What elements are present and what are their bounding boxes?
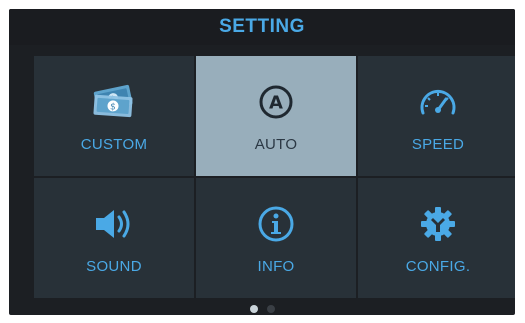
tile-sound[interactable]: SOUND: [34, 178, 194, 298]
money-icon: $ $: [90, 78, 138, 126]
speedometer-icon: [414, 78, 462, 126]
tile-custom[interactable]: $ $ CUSTOM: [34, 56, 194, 176]
tile-label: SOUND: [86, 258, 142, 275]
page-dot[interactable]: [266, 305, 275, 313]
page-title: SETTING: [219, 16, 305, 37]
tile-auto[interactable]: A AUTO: [196, 56, 356, 176]
tile-speed[interactable]: SPEED: [358, 56, 515, 176]
svg-text:$: $: [110, 102, 116, 112]
tile-label: AUTO: [254, 136, 298, 153]
tile-label: CUSTOM: [80, 136, 148, 153]
title-bar: SETTING: [9, 9, 515, 45]
tile-label: SPEED: [411, 136, 465, 153]
tile-config[interactable]: CONFIG.: [358, 178, 515, 298]
info-icon: [252, 200, 300, 248]
tile-label: INFO: [257, 258, 295, 275]
gear-wrench-icon: [414, 200, 462, 248]
page-indicator: [9, 303, 515, 315]
speaker-icon: [90, 200, 138, 248]
tile-info[interactable]: INFO: [196, 178, 356, 298]
settings-grid: $ $ CUSTOM A AUTO: [34, 56, 515, 298]
auto-a-icon: A: [252, 78, 300, 126]
svg-text:A: A: [269, 93, 283, 114]
settings-screen: SETTING $ $: [9, 9, 515, 315]
tile-label: CONFIG.: [405, 258, 471, 275]
page-dot-active[interactable]: [249, 305, 258, 313]
